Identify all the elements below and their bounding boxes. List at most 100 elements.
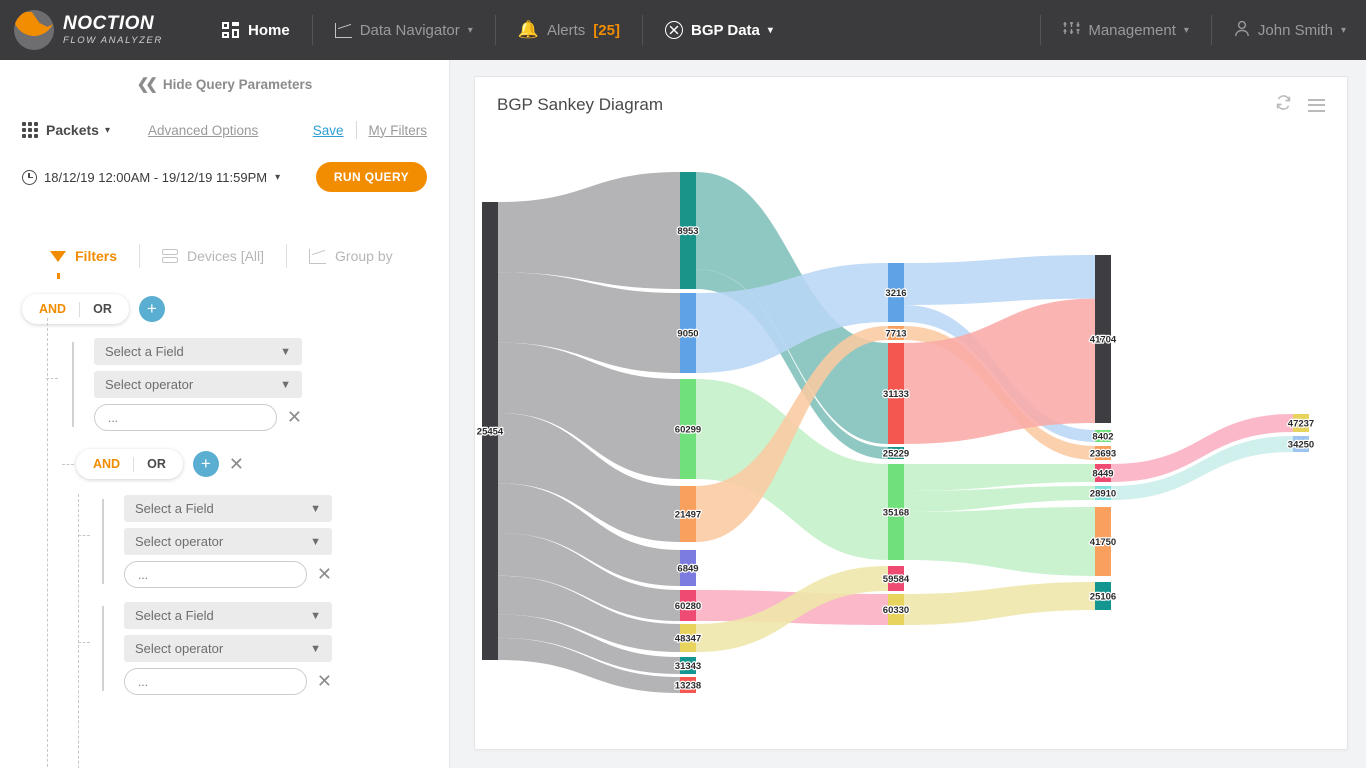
brand-logo-area[interactable]: NOCTION FLOW ANALYZER [0, 10, 200, 50]
field-select[interactable]: Select a Field ▼ [94, 338, 302, 365]
tree-connector [78, 535, 90, 536]
remove-condition-button[interactable]: ✕ [317, 671, 332, 692]
chevron-down-icon: ▼ [310, 502, 321, 515]
sankey-node-label: 31133 [883, 389, 909, 400]
advanced-options-link[interactable]: Advanced Options [148, 123, 258, 138]
filter-group-root: AND OR + Select a Field ▼ Select operato… [0, 294, 449, 768]
nav-item-bgp-data[interactable]: BGP Data ▾ [643, 0, 795, 60]
sankey-node-label: 48347 [675, 633, 701, 644]
sankey-link[interactable] [904, 582, 1095, 625]
nav-item-data-navigator[interactable]: Data Navigator ▾ [313, 0, 495, 60]
sankey-node-label: 41750 [1090, 537, 1116, 548]
my-filters-link[interactable]: My Filters [369, 123, 428, 138]
sankey-node-label: 60330 [883, 605, 909, 616]
chevron-down-icon: ▾ [1183, 24, 1189, 36]
tab-filters[interactable]: Filters [50, 248, 118, 279]
sankey-node-label: 35168 [883, 507, 909, 518]
root-or-option[interactable]: OR [80, 302, 125, 316]
tab-group-by[interactable]: Group by [309, 248, 393, 264]
nested-and-option[interactable]: AND [80, 457, 133, 471]
tab-devices[interactable]: Devices [All] [162, 248, 264, 264]
sankey-node-label: 25454 [477, 426, 504, 437]
chevron-down-icon[interactable]: ▾ [275, 172, 280, 183]
remove-group-button[interactable]: ✕ [229, 454, 244, 475]
nav-item-user-menu[interactable]: John Smith ▾ [1212, 0, 1366, 60]
root-and-option[interactable]: AND [26, 302, 79, 316]
divider [286, 244, 288, 268]
server-icon [162, 248, 179, 264]
remove-condition-button[interactable]: ✕ [317, 564, 332, 585]
chevron-down-icon[interactable]: ▾ [105, 125, 110, 136]
sankey-node-label: 7713 [885, 328, 906, 339]
operator-select[interactable]: Select operator ▼ [124, 635, 332, 662]
save-link[interactable]: Save [313, 123, 344, 138]
nav-item-alerts[interactable]: 🔔 Alerts [25] [496, 0, 642, 60]
nav-item-management-label: Management [1088, 21, 1176, 39]
card-header: BGP Sankey Diagram [475, 77, 1347, 133]
alerts-badge: [25] [593, 21, 620, 39]
root-logic-row: AND OR + [22, 294, 449, 324]
hide-query-parameters-button[interactable]: ❮❮ Hide Query Parameters [0, 60, 449, 102]
nav-item-user-label: John Smith [1257, 21, 1333, 39]
nav-item-management[interactable]: Management ▾ [1041, 0, 1211, 60]
hamburger-menu-icon[interactable] [1308, 98, 1325, 112]
sankey-node-label: 41704 [1090, 334, 1117, 345]
clock-icon [22, 169, 37, 185]
sankey-link[interactable] [904, 255, 1095, 305]
chevron-down-icon: ▼ [280, 345, 291, 358]
operator-select[interactable]: Select operator ▼ [124, 528, 332, 555]
line-chart-icon [334, 22, 352, 38]
nested-add-condition-button[interactable]: + [192, 451, 219, 477]
value-input[interactable] [124, 561, 307, 588]
tab-devices-label: Devices [All] [187, 248, 265, 264]
bgp-node-icon [664, 21, 683, 39]
nested-and-or-toggle[interactable]: AND OR [76, 449, 183, 479]
run-query-button[interactable]: RUN QUERY [315, 162, 427, 192]
sankey-node-label: 8953 [677, 226, 698, 237]
divider [139, 244, 141, 268]
nav-item-home-label: Home [248, 21, 290, 39]
operator-select[interactable]: Select operator ▼ [94, 371, 302, 398]
filter-condition-row: Select a Field ▼ Select operator ▼ ✕ [46, 338, 302, 431]
nested-or-option[interactable]: OR [134, 457, 179, 471]
nav-item-home[interactable]: Home [200, 0, 312, 60]
chevron-down-icon: ▼ [280, 378, 291, 391]
sankey-node-label: 8402 [1092, 431, 1113, 442]
chevron-down-icon: ▾ [1340, 24, 1346, 36]
card-toolbar [1275, 94, 1325, 116]
top-navigation-bar: NOCTION FLOW ANALYZER Home Data Navigato… [0, 0, 1366, 60]
hide-query-parameters-label: Hide Query Parameters [162, 76, 313, 92]
noction-logo-icon [14, 10, 54, 50]
double-chevron-left-icon: ❮❮ [136, 76, 158, 93]
root-and-or-toggle[interactable]: AND OR [22, 294, 129, 324]
date-range-row: 18/12/19 12:00AM - 19/12/19 11:59PM ▾ RU… [0, 154, 449, 200]
home-icon [222, 22, 240, 38]
sankey-link[interactable] [904, 507, 1095, 576]
query-tab-bar: Filters Devices [All] Group by [0, 244, 449, 279]
sankey-node-label: 6849 [677, 563, 698, 574]
nav-item-data-navigator-label: Data Navigator [359, 21, 460, 39]
sankey-node-label: 21497 [675, 509, 701, 520]
field-select[interactable]: Select a Field ▼ [124, 602, 332, 629]
field-select-value: Select a Field [135, 501, 214, 516]
field-select-value: Select a Field [105, 344, 184, 359]
chevron-down-icon: ▾ [467, 24, 473, 36]
value-input[interactable] [94, 404, 277, 431]
date-range-value[interactable]: 18/12/19 12:00AM - 19/12/19 11:59PM [44, 170, 267, 185]
user-icon [1234, 20, 1250, 41]
chevron-down-icon: ▼ [310, 535, 321, 548]
tab-filters-label: Filters [75, 248, 118, 264]
brand-name: NOCTION [63, 13, 155, 35]
brand-subtitle: FLOW ANALYZER [63, 35, 163, 47]
main-content-area: BGP Sankey Diagram 25454 8953 9050 60299 214… [450, 60, 1366, 768]
sankey-link[interactable] [498, 172, 680, 289]
metric-selector-label[interactable]: Packets [46, 122, 99, 138]
tree-connector [62, 463, 74, 465]
field-select[interactable]: Select a Field ▼ [124, 495, 332, 522]
root-add-condition-button[interactable]: + [138, 296, 165, 322]
remove-condition-button[interactable]: ✕ [287, 407, 302, 428]
sankey-node-label: 31343 [675, 661, 701, 672]
refresh-icon[interactable] [1275, 94, 1292, 116]
value-input[interactable] [124, 668, 307, 695]
sankey-node-label: 13238 [675, 680, 701, 691]
